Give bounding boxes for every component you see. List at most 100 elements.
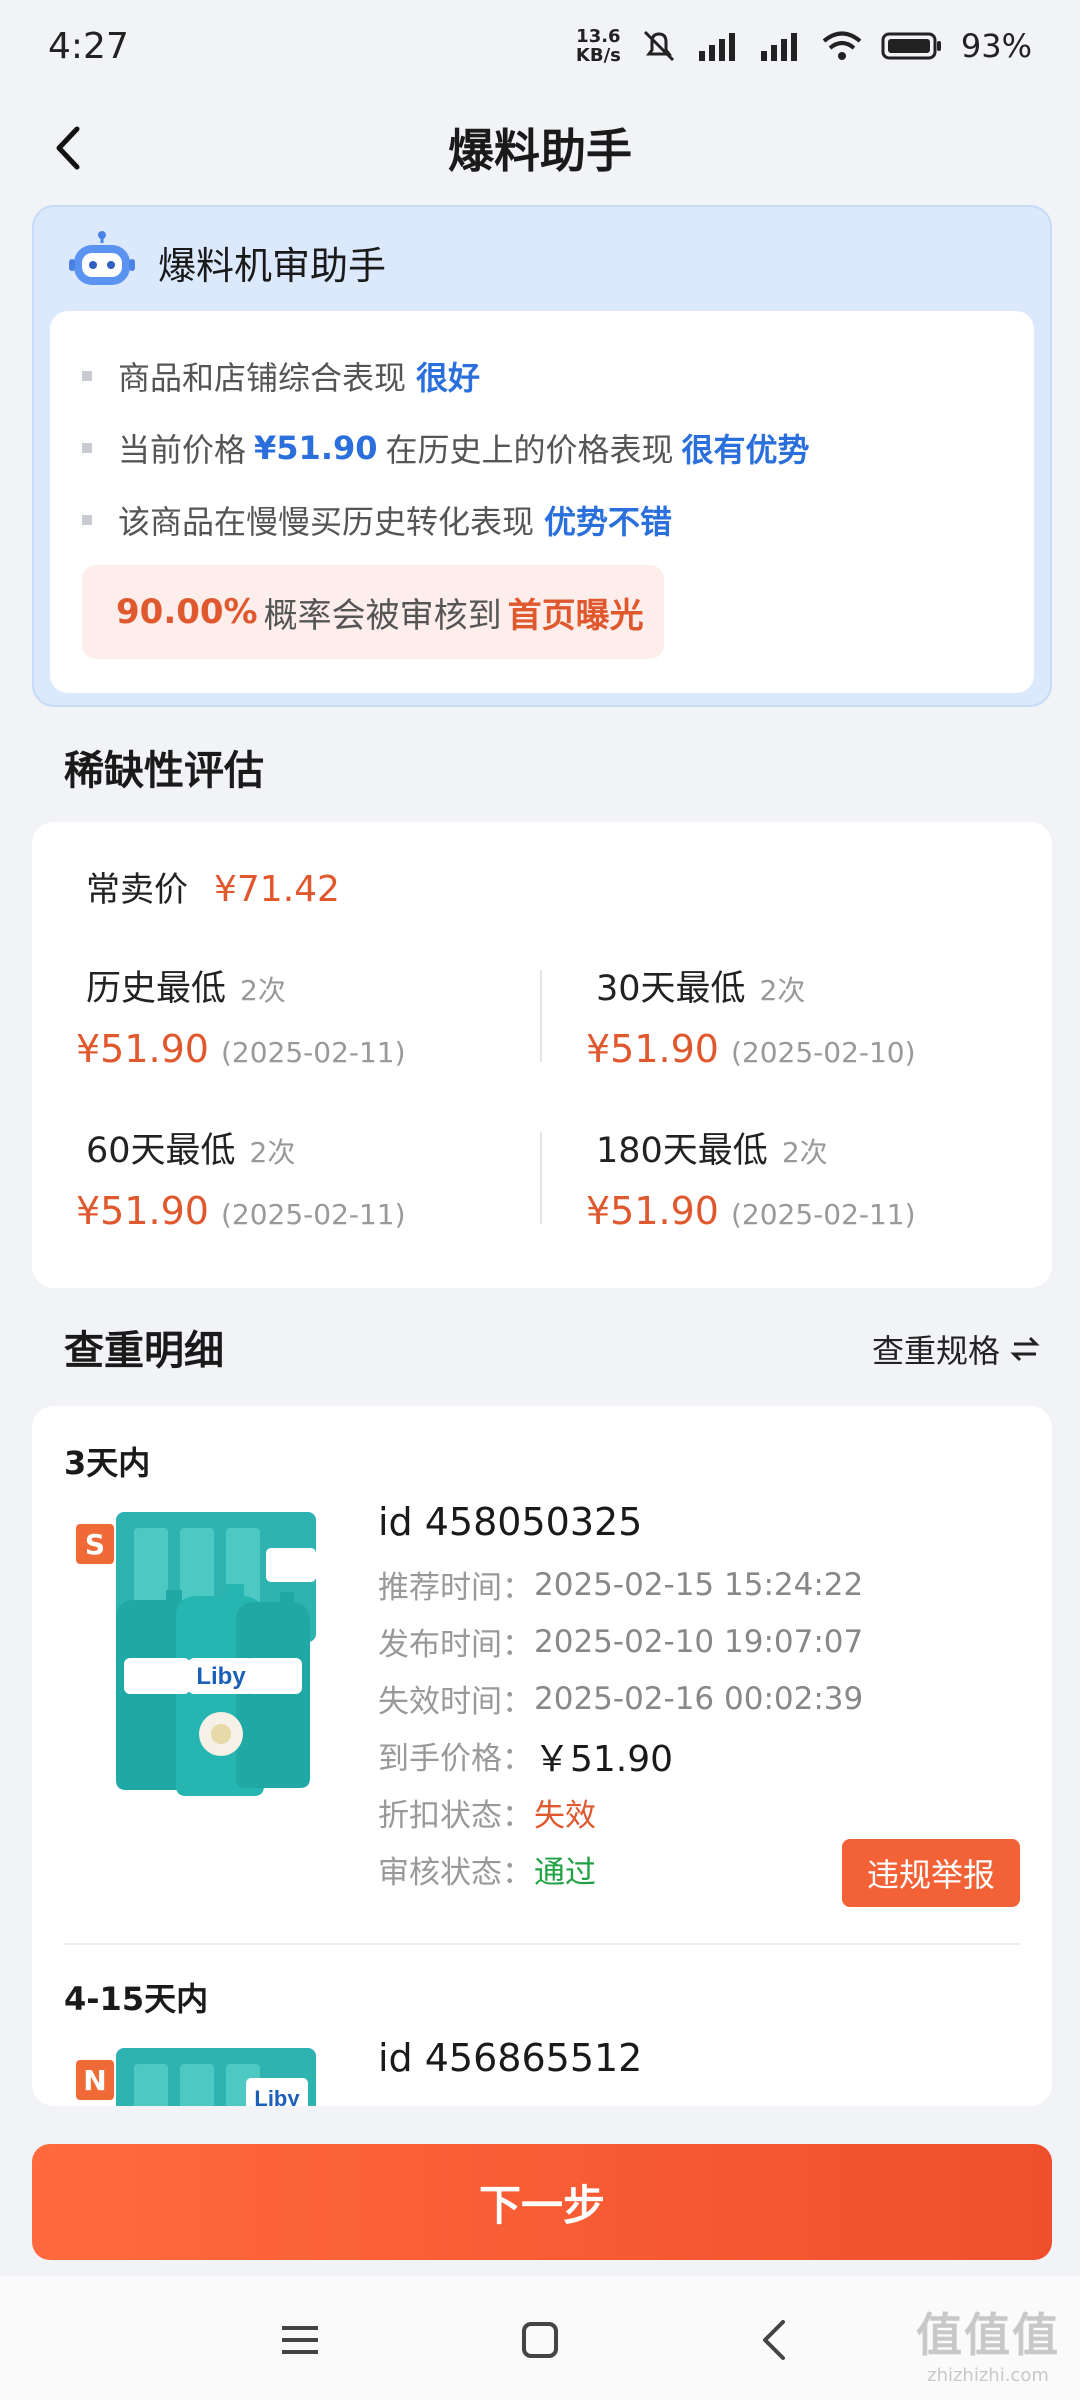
review-title: 爆料机审助手	[158, 243, 387, 288]
info-row-publish: 发布时间： 2025-02-10 19:07:07	[378, 1613, 863, 1670]
stat-label: 30天最低	[596, 969, 746, 1009]
stat-30d-low: 30天最低 2次 ¥51.90 (2025-02-10)	[586, 960, 916, 1071]
review-item: 当前价格 ¥51.90 在历史上的价格表现 很有优势	[82, 423, 810, 473]
battery-icon	[881, 31, 943, 61]
bullet-icon	[82, 443, 92, 453]
top-bar: 爆料助手	[0, 100, 1080, 195]
review-item-text: 商品和店铺综合表现	[118, 359, 407, 397]
stat-60d-low: 60天最低 2次 ¥51.90 (2025-02-11)	[76, 1122, 406, 1233]
group-label: 3天内	[64, 1444, 151, 1482]
normal-price-label: 常卖价	[86, 870, 188, 910]
review-item: 商品和店铺综合表现 很好	[82, 351, 480, 401]
stat-times: 2次	[759, 974, 806, 1007]
watermark-text: zhizhizhi.com	[927, 2365, 1049, 2386]
report-violation-button[interactable]: 违规举报	[842, 1839, 1020, 1907]
robot-icon	[69, 231, 135, 285]
review-item-price: ¥51.90	[254, 429, 378, 467]
stat-label: 历史最低	[86, 969, 227, 1009]
item-info: id 456865512	[378, 2036, 642, 2092]
battery-percentage: 93%	[960, 27, 1032, 65]
menu-button[interactable]	[270, 2312, 330, 2368]
back-triangle-icon	[763, 2320, 785, 2360]
review-item: 该商品在慢慢买历史转化表现 优势不错	[82, 495, 672, 545]
home-button[interactable]	[510, 2312, 570, 2368]
review-item-text: 该商品在慢慢买历史转化表现	[118, 503, 535, 541]
group-label: 4-15天内	[64, 1980, 209, 2018]
info-key: 推荐时间：	[378, 1570, 533, 1606]
stat-date: (2025-02-11)	[220, 1198, 406, 1231]
chevron-left-icon	[56, 126, 80, 170]
normal-price-value: ¥71.42	[214, 869, 340, 910]
duplicate-header: 查重明细 查重规格	[0, 1312, 1080, 1382]
stat-label: 180天最低	[596, 1131, 768, 1171]
info-key: 失效时间：	[378, 1684, 533, 1720]
stat-history-low: 历史最低 2次 ¥51.90 (2025-02-11)	[76, 960, 406, 1071]
system-back-button[interactable]	[744, 2312, 804, 2368]
mute-bell-icon	[639, 28, 679, 64]
stat-date: (2025-02-11)	[220, 1036, 406, 1069]
probability-box: 90.00% 概率会被审核到 首页曝光	[82, 565, 664, 659]
review-header: 爆料机审助手	[68, 227, 386, 297]
signal-icon	[697, 31, 741, 61]
spec-switch-label: 查重规格	[871, 1332, 1000, 1370]
scarcity-section-title: 稀缺性评估	[64, 748, 264, 794]
info-key: 折扣状态：	[378, 1798, 533, 1834]
product-image[interactable]: Liby	[96, 2044, 326, 2106]
next-step-button[interactable]: 下一步	[32, 2144, 1052, 2260]
bottom-action-area: 下一步	[0, 2110, 1080, 2276]
info-row-recommend: 推荐时间： 2025-02-15 15:24:22	[378, 1556, 863, 1613]
info-row-review: 审核状态： 通过	[378, 1841, 863, 1898]
status-time: 4:27	[48, 25, 129, 67]
item-info: id 458050325 推荐时间： 2025-02-15 15:24:22 发布…	[378, 1500, 863, 1898]
product-image[interactable]: Liby	[96, 1508, 326, 1798]
stat-times: 2次	[781, 1136, 828, 1169]
info-key: 审核状态：	[378, 1855, 533, 1891]
item-id: id 456865512	[378, 2036, 643, 2080]
stat-label: 60天最低	[86, 1131, 236, 1171]
probability-value: 90.00%	[116, 592, 258, 632]
info-row-expire: 失效时间： 2025-02-16 00:02:39	[378, 1670, 863, 1727]
product-brand: Liby	[196, 1663, 246, 1690]
discount-status: 失效	[534, 1798, 596, 1834]
stat-180d-low: 180天最低 2次 ¥51.90 (2025-02-11)	[586, 1122, 916, 1233]
info-key: 发布时间：	[378, 1627, 533, 1663]
stat-price: ¥51.90	[76, 1027, 209, 1071]
item-id: id 458050325	[378, 1500, 643, 1544]
product-brand: Liby	[254, 2086, 300, 2106]
info-row-price: 到手价格： ￥51.90	[378, 1727, 863, 1784]
info-value: 2025-02-15 15:24:22	[534, 1566, 864, 1603]
status-icons: 13.6 KB/s 93%	[576, 27, 1032, 65]
net-speed-unit: KB/s	[575, 45, 621, 66]
review-status: 通过	[534, 1855, 596, 1891]
back-button[interactable]	[40, 120, 96, 176]
stat-price: ¥51.90	[586, 1027, 719, 1071]
signal-icon-2	[759, 31, 803, 61]
divider	[540, 1132, 542, 1224]
wifi-icon	[821, 30, 863, 62]
stat-price: ¥51.90	[76, 1189, 209, 1233]
net-speed-value: 13.6	[576, 26, 621, 47]
probability-target: 首页曝光	[507, 595, 644, 636]
info-row-discount: 折扣状态： 失效	[378, 1784, 863, 1841]
review-item-highlight: 很好	[416, 359, 481, 397]
net-speed: 13.6 KB/s	[576, 27, 621, 65]
home-square-icon	[522, 2322, 558, 2358]
divider	[64, 1943, 1020, 1945]
review-item-prefix: 当前价格	[118, 431, 247, 469]
swap-arrows-icon	[1010, 1336, 1040, 1362]
info-key: 到手价格：	[378, 1741, 533, 1777]
final-price: ￥51.90	[534, 1738, 674, 1780]
duplicate-list-card: 3天内 S Liby id 458050325 推荐时间： 2025-02-15 …	[32, 1406, 1052, 2106]
page-title: 爆料助手	[448, 123, 632, 178]
info-value: 2025-02-10 19:07:07	[534, 1623, 864, 1660]
review-item-middle: 在历史上的价格表现	[385, 431, 674, 469]
review-assistant-card: 爆料机审助手 商品和店铺综合表现 很好 当前价格 ¥51.90 在历史上的价格表…	[32, 205, 1052, 707]
stat-times: 2次	[240, 974, 286, 1007]
spec-switch-button[interactable]: 查重规格	[872, 1326, 1040, 1372]
stat-date: (2025-02-11)	[730, 1198, 916, 1231]
status-bar: 4:27 13.6 KB/s 93%	[0, 0, 1080, 92]
menu-icon	[282, 2326, 318, 2354]
review-item-highlight: 优势不错	[544, 503, 673, 541]
stat-times: 2次	[249, 1136, 296, 1169]
probability-text: 概率会被审核到	[263, 595, 502, 636]
